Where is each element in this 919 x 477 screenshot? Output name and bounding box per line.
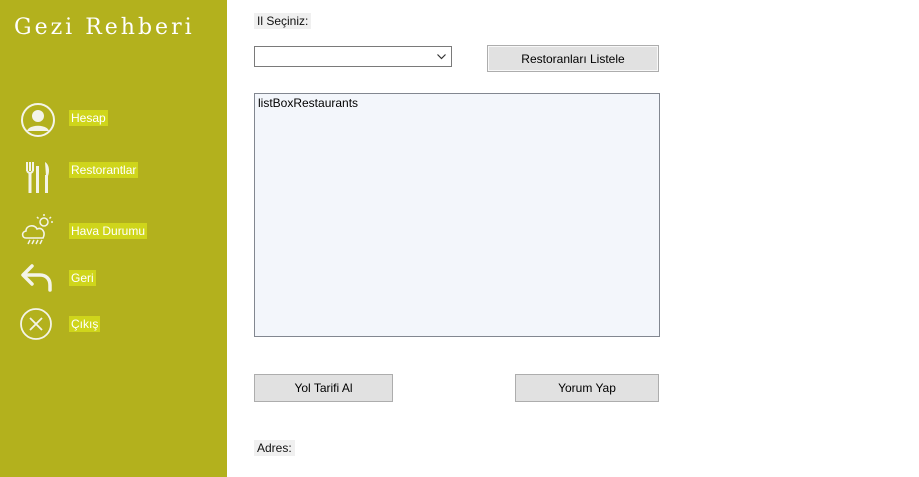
sidebar-item-restorantlar[interactable]: Restorantlar: [0, 152, 227, 196]
app-title: Gezi Rehberi: [14, 15, 195, 40]
city-select[interactable]: [254, 46, 452, 67]
chevron-down-icon: [437, 54, 446, 60]
sidebar-item-geri[interactable]: Geri: [0, 258, 227, 302]
address-label: Adres:: [254, 440, 295, 456]
close-circle-icon: [20, 308, 52, 340]
sidebar-item-label: Hava Durumu: [69, 223, 148, 239]
get-directions-button[interactable]: Yol Tarifi Al: [254, 374, 393, 402]
city-label: Il Seçiniz:: [254, 13, 312, 29]
account-icon: [21, 103, 55, 137]
restaurants-listbox[interactable]: listBoxRestaurants: [254, 93, 660, 337]
sidebar-item-label: Çıkış: [69, 316, 101, 332]
sidebar-item-hesap[interactable]: Hesap: [0, 100, 227, 144]
add-comment-button[interactable]: Yorum Yap: [515, 374, 659, 402]
sidebar-item-hava-durumu[interactable]: Hava Durumu: [0, 210, 227, 254]
listbox-item[interactable]: listBoxRestaurants: [258, 96, 358, 110]
sidebar-item-cikis[interactable]: Çıkış: [0, 304, 227, 348]
sidebar-item-label: Geri: [69, 270, 96, 286]
sidebar-item-label: Hesap: [69, 110, 108, 126]
sidebar: Gezi Rehberi Hesap Restorantlar Hava Dur…: [0, 0, 227, 477]
weather-icon: [21, 214, 53, 245]
sidebar-item-label: Restorantlar: [69, 162, 139, 178]
fork-knife-icon: [26, 162, 49, 193]
list-restaurants-button[interactable]: Restoranları Listele: [487, 45, 659, 72]
back-arrow-icon: [21, 264, 52, 292]
